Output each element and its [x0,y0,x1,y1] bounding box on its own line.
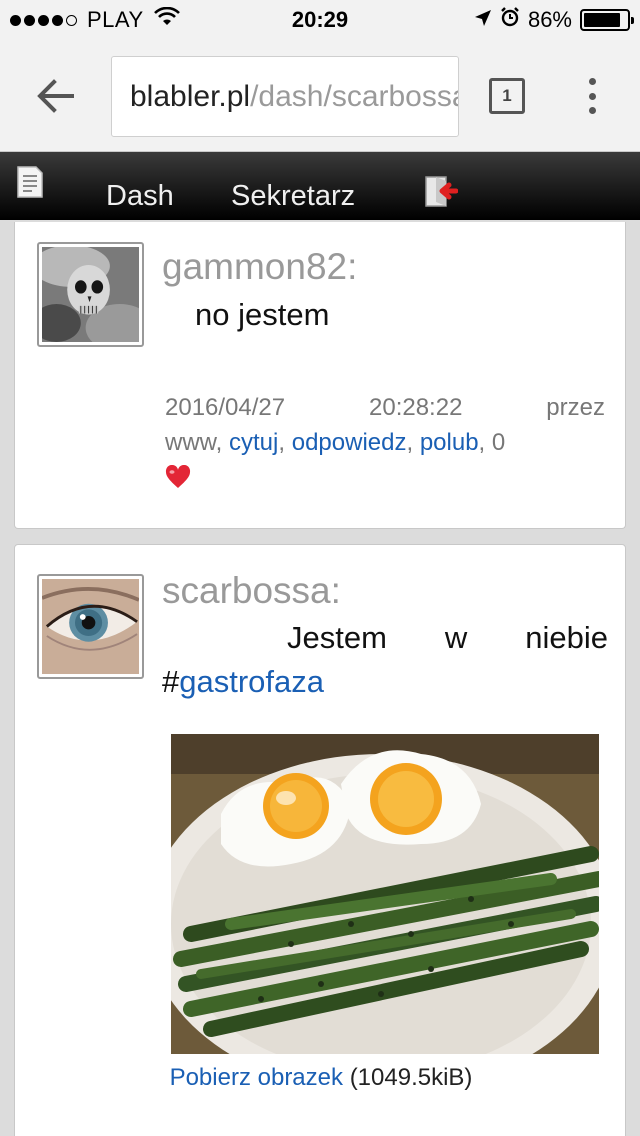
like-link[interactable]: polub [420,429,479,456]
alarm-clock-icon [500,7,520,33]
post-photo[interactable] [171,734,599,1054]
eggs-asparagus-photo [171,734,599,1054]
logout-icon[interactable] [424,176,459,213]
post-meta: 2016/04/27 20:28:22 przez www, cytuj, od… [165,390,605,499]
nav-sekretarz-link[interactable]: Sekretarz [231,180,355,213]
document-icon[interactable] [16,166,44,203]
post-text: Jestem w niebie [287,620,608,655]
battery-icon [580,9,634,31]
site-navigation: Dash Sekretarz [0,152,640,220]
overflow-menu-button[interactable] [580,76,604,116]
url-host: blabler.pl [130,80,251,113]
url-path: /dash/scarbossa [250,80,459,113]
post-via: www, [165,429,223,456]
post-date: 2016/04/27 [165,394,286,421]
like-count: 0 [491,429,506,456]
location-arrow-icon [474,7,492,33]
address-bar[interactable]: blabler.pl/dash/scarbossa [111,56,459,137]
browser-toolbar: blabler.pl/dash/scarbossa 1 [0,40,640,152]
nav-dash-link[interactable]: Dash [106,180,174,213]
post-time: 20:28:22 [369,394,463,421]
tab-switcher-button[interactable]: 1 [489,78,525,114]
reply-link[interactable]: odpowiedz [292,429,407,456]
battery-percent: 86% [527,7,572,32]
post-via-prefix: przez [546,394,605,421]
avatar[interactable] [37,574,144,679]
hashtag-link[interactable]: gastrofaza [179,664,324,699]
heart-icon [165,464,191,499]
post-card: scarbossa: Jestem w niebie #gastrofaza P… [14,544,626,1136]
post-author[interactable]: gammon82: [162,246,357,288]
status-bar: PLAY 20:29 86% [0,0,640,40]
file-size: (1049.5kiB) [349,1064,473,1091]
quote-link[interactable]: cytuj [229,429,278,456]
avatar[interactable] [37,242,144,347]
post-author[interactable]: scarbossa: [162,570,341,612]
post-text: no jestem [195,297,330,332]
back-button[interactable] [30,70,82,122]
eye-avatar-image [42,579,139,674]
post-card: gammon82: no jestem 2016/04/27 20:28:22 … [14,222,626,529]
post-hashtag: #gastrofaza [162,664,325,699]
skull-avatar-image [42,247,139,342]
download-image-link[interactable]: Pobierz obrazek [170,1064,343,1091]
download-row: Pobierz obrazek (1049.5kiB) [15,1064,627,1092]
back-arrow-icon [37,79,74,113]
status-right: 86% [474,7,634,33]
